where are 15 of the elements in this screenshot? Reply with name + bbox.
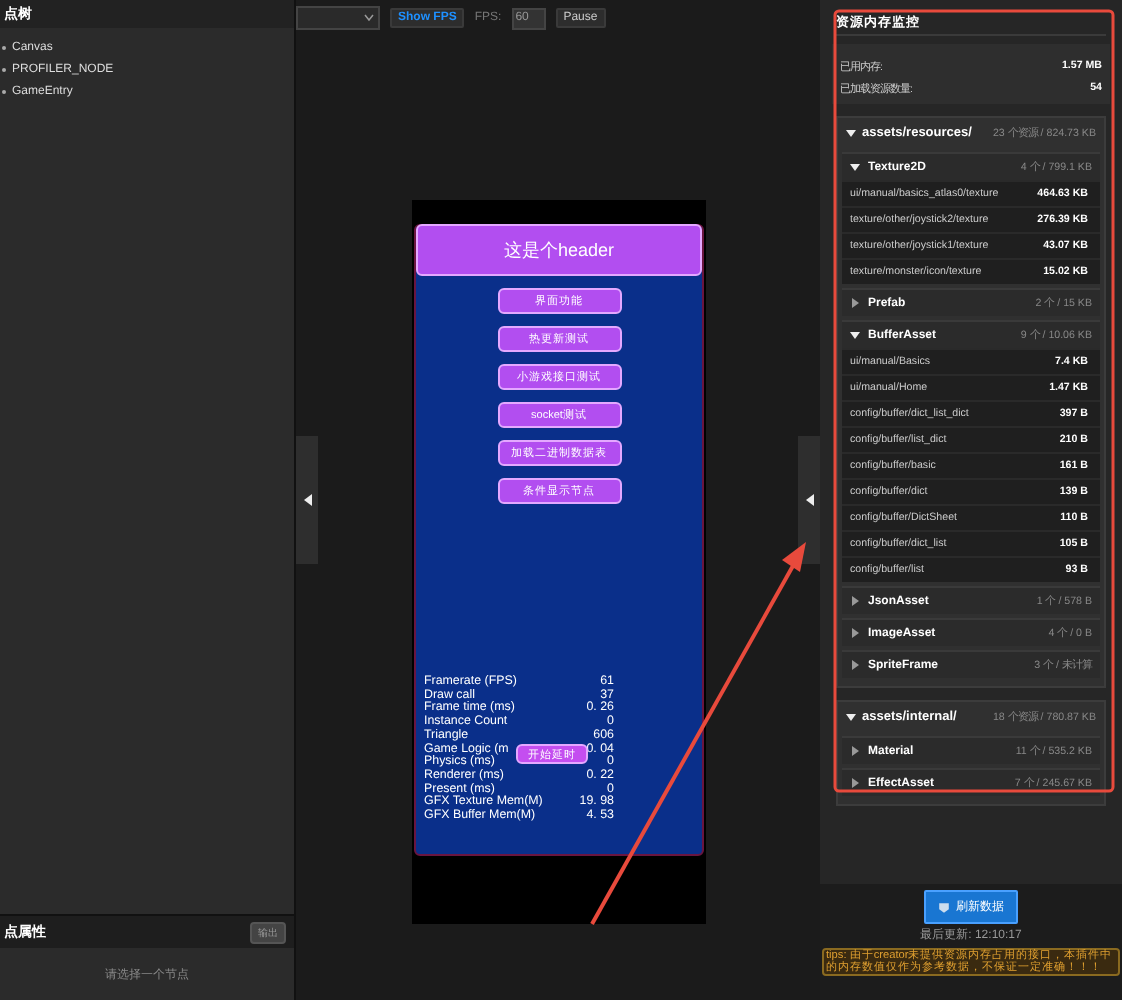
caret-icon[interactable]	[850, 628, 860, 638]
caret-icon[interactable]	[850, 660, 860, 670]
shield-icon	[938, 901, 950, 913]
caret-icon[interactable]	[850, 162, 860, 172]
collapse-handle[interactable]	[798, 436, 820, 564]
caret-icon[interactable]	[850, 330, 860, 340]
caret-icon[interactable]	[850, 746, 860, 756]
caret-icon[interactable]	[846, 128, 856, 138]
header-banner: 这是个header	[416, 224, 702, 276]
caret-icon[interactable]	[850, 596, 860, 606]
caret-icon[interactable]	[846, 712, 856, 722]
caret-icon[interactable]	[850, 298, 860, 308]
collapse-handle[interactable]	[296, 436, 318, 564]
caret-icon[interactable]	[850, 778, 860, 788]
caret-icon[interactable]	[364, 14, 374, 22]
